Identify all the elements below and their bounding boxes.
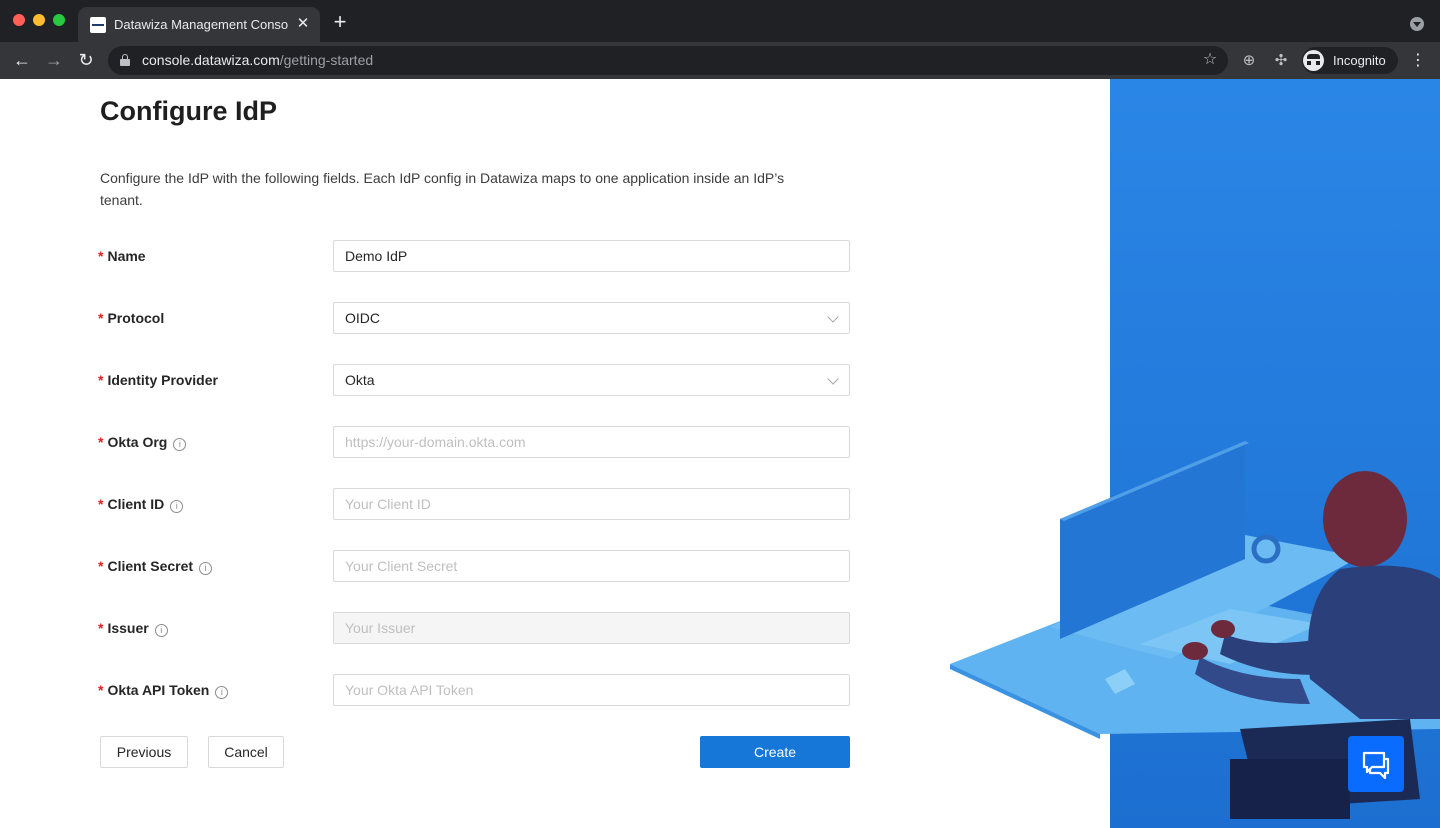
okta-org-label-text: Okta Org [107, 434, 168, 450]
identity-provider-value: Okta [345, 372, 375, 388]
maximize-window-button[interactable] [53, 14, 65, 26]
tab-title: Datawiza Management Console [114, 17, 288, 32]
datawiza-favicon-icon [90, 17, 106, 33]
okta-api-token-label: * Okta API Token i [98, 682, 229, 699]
page-title: Configure IdP [100, 96, 277, 126]
incognito-profile-button[interactable]: Incognito [1302, 47, 1398, 74]
bookmark-star-icon[interactable]: ☆ [1200, 50, 1220, 70]
browser-toolbar: ← → ↻ console.datawiza.com/getting-start… [0, 42, 1440, 79]
info-icon[interactable]: i [170, 500, 184, 513]
tab-search-icon[interactable] [1410, 17, 1424, 31]
previous-button[interactable]: Previous [100, 736, 188, 768]
info-icon[interactable]: i [173, 438, 187, 451]
extensions-puzzle-icon[interactable]: ✣ [1272, 52, 1290, 70]
url-text[interactable]: console.datawiza.com/getting-started [142, 52, 373, 68]
protocol-select[interactable]: OIDC [333, 302, 850, 334]
browser-menu-icon[interactable]: ⋮ [1410, 50, 1426, 72]
okta-org-label: * Okta Org i [98, 434, 187, 451]
page-description: Configure the IdP with the following fie… [100, 170, 785, 208]
chevron-down-icon [827, 311, 839, 323]
address-bar[interactable]: console.datawiza.com/getting-started ☆ [108, 46, 1228, 75]
chat-bubbles-icon [1362, 751, 1390, 780]
required-mark: * [98, 620, 104, 636]
developer-illustration [950, 79, 1440, 828]
cancel-button[interactable]: Cancel [208, 736, 284, 768]
browser-tab[interactable]: Datawiza Management Console ✕ [78, 7, 320, 42]
info-icon[interactable]: i [215, 686, 229, 699]
required-mark: * [98, 558, 104, 574]
issuer-label-text: Issuer [107, 620, 149, 636]
required-mark: * [98, 682, 104, 698]
name-label-text: Name [107, 248, 146, 264]
tab-close-icon[interactable]: ✕ [294, 15, 312, 33]
protocol-label: * Protocol [98, 310, 164, 326]
new-tab-icon[interactable]: + [330, 11, 350, 33]
issuer-label: * Issuer i [98, 620, 168, 637]
minimize-window-button[interactable] [33, 14, 45, 26]
extension-globe-icon[interactable]: ⊕ [1240, 52, 1258, 70]
client-secret-label-text: Client Secret [107, 558, 194, 574]
client-id-label-text: Client ID [107, 496, 165, 512]
identity-provider-label: * Identity Provider [98, 372, 218, 388]
reload-icon[interactable]: ↻ [76, 50, 96, 70]
back-arrow-icon[interactable]: ← [12, 50, 32, 70]
tab-strip: Datawiza Management Console ✕ + [0, 0, 1440, 42]
identity-provider-label-text: Identity Provider [107, 372, 218, 388]
required-mark: * [98, 310, 104, 326]
lock-icon[interactable] [120, 54, 130, 66]
incognito-label: Incognito [1333, 53, 1386, 68]
required-mark: * [98, 496, 104, 512]
name-input[interactable] [333, 240, 850, 272]
okta-api-token-input[interactable] [333, 674, 850, 706]
client-id-input[interactable] [333, 488, 850, 520]
identity-provider-select[interactable]: Okta [333, 364, 850, 396]
client-secret-label: * Client Secret i [98, 558, 213, 575]
okta-org-input[interactable] [333, 426, 850, 458]
protocol-label-text: Protocol [107, 310, 165, 326]
name-label: * Name [98, 248, 146, 264]
required-mark: * [98, 372, 104, 388]
url-path: /getting-started [279, 52, 374, 68]
chevron-down-icon [827, 373, 839, 385]
create-button[interactable]: Create [700, 736, 850, 768]
client-secret-input[interactable] [333, 550, 850, 582]
required-mark: * [98, 434, 104, 450]
incognito-icon [1303, 50, 1324, 71]
issuer-input [333, 612, 850, 644]
close-window-button[interactable] [13, 14, 25, 26]
info-icon[interactable]: i [154, 624, 168, 637]
required-mark: * [98, 248, 104, 264]
info-icon[interactable]: i [199, 562, 213, 575]
browser-chrome: Datawiza Management Console ✕ + ← → ↻ co… [0, 0, 1440, 79]
url-domain: console.datawiza.com [142, 52, 280, 68]
protocol-value: OIDC [345, 310, 380, 326]
forward-arrow-icon[interactable]: → [44, 50, 64, 70]
client-id-label: * Client ID i [98, 496, 184, 513]
chat-support-button[interactable] [1348, 736, 1404, 792]
okta-api-token-label-text: Okta API Token [107, 682, 210, 698]
